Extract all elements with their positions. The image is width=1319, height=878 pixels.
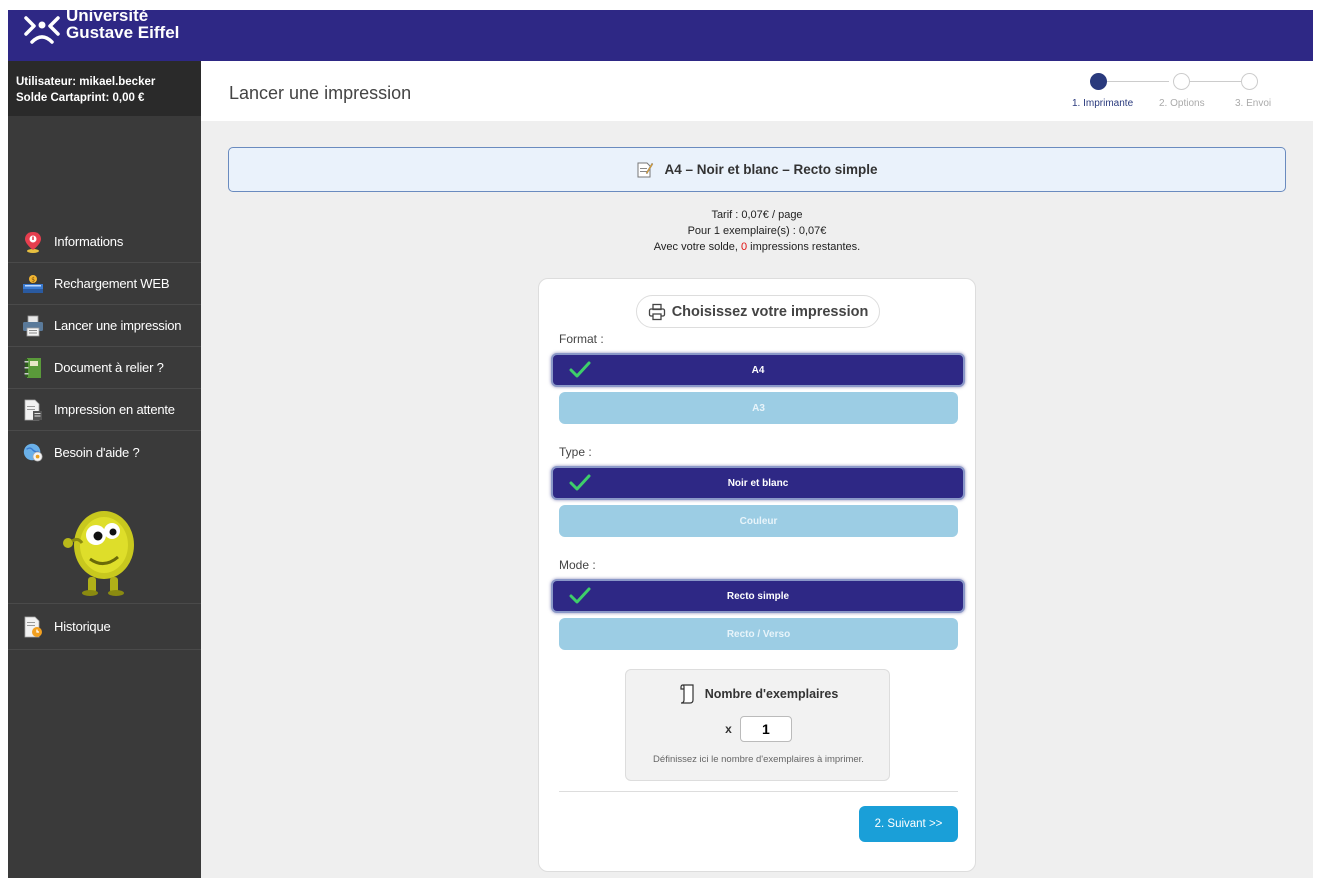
- step-2-dot: [1173, 73, 1190, 90]
- option-label: A4: [751, 364, 765, 376]
- sidebar-item-lancer-impression[interactable]: Lancer une impression: [8, 305, 201, 347]
- step-1-label: 1. Imprimante: [1072, 98, 1134, 109]
- sidebar-item-label: Impression en attente: [54, 402, 175, 417]
- sidebar-item-label: Lancer une impression: [54, 318, 182, 333]
- choose-print-label: Choisissez votre impression: [671, 303, 869, 320]
- printer-icon: [22, 315, 44, 337]
- selection-summary: A4 – Noir et blanc – Recto simple: [228, 147, 1286, 192]
- user-info: Utilisateur: mikael.becker Solde Cartapr…: [8, 61, 201, 116]
- check-icon: [569, 474, 591, 491]
- format-option-a4[interactable]: A4: [551, 353, 965, 387]
- document-pending-icon: [22, 399, 44, 421]
- print-options-card: Choisissez votre impression Format : A4 …: [538, 278, 976, 872]
- remaining-suffix: impressions restantes.: [747, 241, 861, 253]
- option-label: Recto / Verso: [726, 628, 791, 640]
- sidebar-item-besoin-aide[interactable]: Besoin d'aide ?: [8, 431, 201, 473]
- mode-option-recto-simple[interactable]: Recto simple: [551, 579, 965, 613]
- sidebar-nav: Informations $ Rechargement WEB Lancer u…: [8, 221, 201, 473]
- help-globe-icon: [22, 441, 44, 463]
- remaining-prints: Avec votre solde, 0 impressions restante…: [228, 239, 1286, 255]
- choose-print-title: Choisissez votre impression: [636, 295, 880, 328]
- university-logo[interactable]: Université Gustave Eiffel: [24, 10, 194, 50]
- app-frame: Université Gustave Eiffel Utilisateur: m…: [8, 10, 1313, 878]
- sidebar-history: Historique: [8, 603, 201, 650]
- balance: Solde Cartaprint: 0,00 €: [16, 92, 145, 104]
- sidebar-item-informations[interactable]: Informations: [8, 221, 201, 263]
- svg-text:$: $: [31, 276, 35, 283]
- step-3-dot: [1241, 73, 1258, 90]
- copies-row: x: [626, 716, 891, 742]
- page-title: Lancer une impression: [229, 83, 412, 103]
- history-document-icon: [22, 616, 44, 638]
- cash-register-icon: $: [22, 273, 44, 295]
- remaining-prefix: Avec votre solde,: [653, 241, 741, 253]
- copies-title: Nombre d'exemplaires: [626, 684, 891, 704]
- username: Utilisateur: mikael.becker: [16, 76, 156, 88]
- format-option-a3[interactable]: A3: [559, 392, 958, 424]
- step-2-label: 2. Options: [1159, 98, 1205, 109]
- sidebar-item-document-relier[interactable]: Document à relier ?: [8, 347, 201, 389]
- brand-line-2: Gustave Eiffel: [66, 23, 180, 42]
- page-header: Lancer une impression 1. Imprimante 2. O…: [201, 61, 1313, 121]
- logo-text: Université Gustave Eiffel: [66, 10, 179, 41]
- summary-text: A4 – Noir et blanc – Recto simple: [664, 162, 878, 177]
- price-per-page: Tarif : 0,07€ / page: [711, 209, 803, 221]
- format-label: Format :: [559, 332, 604, 346]
- map-pin-icon: [22, 231, 44, 253]
- sidebar-item-impression-attente[interactable]: Impression en attente: [8, 389, 201, 431]
- wizard-steps: 1. Imprimante 2. Options 3. Envoi: [1061, 71, 1291, 116]
- binder-icon: [22, 357, 44, 379]
- mode-option-recto-verso[interactable]: Recto / Verso: [559, 618, 958, 650]
- option-label: Noir et blanc: [727, 477, 789, 489]
- sidebar-item-label: Besoin d'aide ?: [54, 444, 140, 460]
- sidebar-item-label: Historique: [54, 619, 111, 634]
- option-label: Recto simple: [726, 590, 790, 602]
- price-for-copies: Pour 1 exemplaire(s) : 0,07€: [687, 225, 827, 237]
- step-1-dot: [1090, 73, 1107, 90]
- edit-document-icon: [637, 162, 654, 177]
- next-button[interactable]: 2. Suivant >>: [859, 806, 958, 842]
- sidebar: Utilisateur: mikael.becker Solde Cartapr…: [8, 61, 201, 878]
- copies-multiplier: x: [725, 722, 732, 736]
- logo-mark-icon: [24, 16, 60, 44]
- copies-input[interactable]: [739, 716, 792, 742]
- type-option-noir-blanc[interactable]: Noir et blanc: [551, 466, 965, 500]
- copies-panel: Nombre d'exemplaires x Définissez ici le…: [625, 669, 890, 781]
- mascot-image: [63, 511, 134, 596]
- sidebar-item-label: Document à relier ?: [54, 360, 164, 375]
- option-label: Couleur: [739, 515, 778, 527]
- printer-outline-icon: [648, 303, 665, 320]
- pricing-info: Tarif : 0,07€ / page Pour 1 exemplaire(s…: [228, 207, 1286, 255]
- sidebar-item-rechargement-web[interactable]: $ Rechargement WEB: [8, 263, 201, 305]
- step-connector: [1184, 81, 1244, 82]
- type-option-couleur[interactable]: Couleur: [559, 505, 958, 537]
- sidebar-item-historique[interactable]: Historique: [8, 604, 201, 650]
- sidebar-item-label: Informations: [54, 234, 124, 249]
- copies-title-label: Nombre d'exemplaires: [704, 687, 839, 701]
- step-3-label: 3. Envoi: [1235, 98, 1272, 109]
- type-label: Type :: [559, 445, 592, 459]
- check-icon: [569, 587, 591, 604]
- copies-help-text: Définissez ici le nombre d'exemplaires à…: [653, 754, 864, 765]
- check-icon: [569, 361, 591, 378]
- brand-line-1: Université: [66, 10, 149, 25]
- option-label: A3: [752, 402, 765, 414]
- sidebar-item-label: Rechargement WEB: [54, 276, 170, 291]
- top-bar: Université Gustave Eiffel: [8, 10, 1313, 61]
- mode-label: Mode :: [559, 558, 596, 572]
- scroll-document-icon: [680, 684, 694, 704]
- step-connector: [1099, 81, 1169, 82]
- divider: [559, 791, 958, 792]
